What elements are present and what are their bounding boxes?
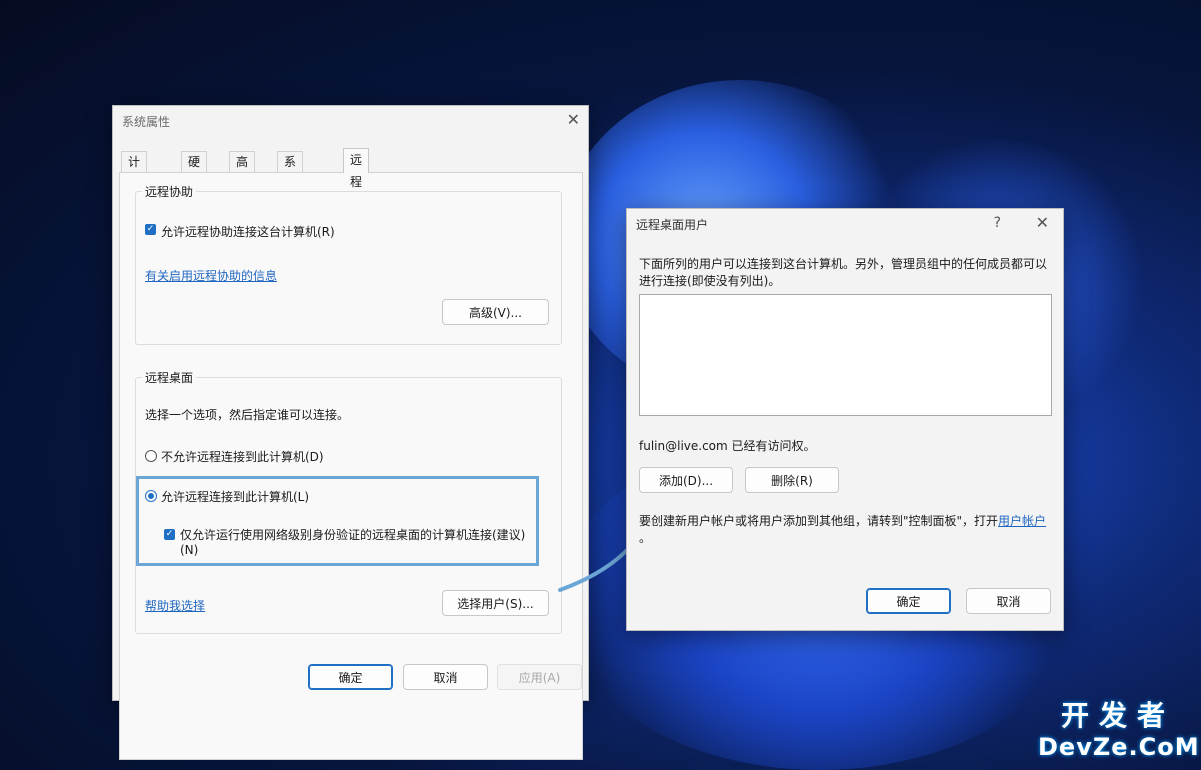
group-title: 远程协助 <box>142 183 197 200</box>
remote-desktop-instruction: 选择一个选项，然后指定谁可以连接。 <box>145 408 350 422</box>
tab-hardware[interactable]: 硬件 <box>181 151 208 189</box>
tab-advanced[interactable]: 高级 <box>229 151 256 189</box>
watermark-line-2: DevZe.CoM <box>1038 733 1200 761</box>
tab-system-protection[interactable]: 系统保护 <box>277 151 304 229</box>
allow-remote-assistance-checkbox[interactable]: ✓ <box>145 224 156 235</box>
group-title: 远程桌面 <box>142 369 197 386</box>
description-line-1: 下面所列的用户可以连接到这台计算机。另外，管理员组中的任何成员都可以 <box>639 257 1048 271</box>
advanced-button[interactable]: 高级(V)... <box>442 299 549 325</box>
radio-label: 不允许远程连接到此计算机(D) <box>161 450 324 464</box>
apply-button: 应用(A) <box>497 664 582 690</box>
titlebar: 远程桌面用户 ? ✕ <box>627 209 1063 239</box>
window-title: 系统属性 <box>122 115 171 129</box>
remote-assistance-info-link[interactable]: 有关启用远程协助的信息 <box>145 267 277 284</box>
help-icon[interactable]: ? <box>994 215 1001 231</box>
access-note: fulin@live.com 已经有访问权。 <box>639 439 816 453</box>
select-users-button[interactable]: 选择用户(S)... <box>442 590 549 616</box>
system-properties-window: 系统属性 ✕ 计算机名 硬件 高级 系统保护 远程 远程协助 ✓ 允许远程协助连… <box>112 105 589 760</box>
add-user-button[interactable]: 添加(D)... <box>639 467 733 493</box>
checkbox-label: 允许远程协助连接这台计算机(R) <box>161 225 335 239</box>
window-title: 远程桌面用户 <box>636 218 709 232</box>
footer-text-body: 要创建新用户帐户或将用户添加到其他组，请转到"控制面板"，打开 <box>639 514 999 528</box>
tab-computer-name[interactable]: 计算机名 <box>121 151 148 229</box>
site-watermark: 开发者 DevZe.CoM <box>1038 699 1200 762</box>
tab-remote[interactable]: 远程 <box>343 148 370 189</box>
users-listbox[interactable] <box>639 294 1052 416</box>
footer-text: 要创建新用户帐户或将用户添加到其他组，请转到"控制面板"，打开用户帐户 <box>639 512 1046 529</box>
footer-end: 。 <box>639 531 652 545</box>
help-me-choose-link[interactable]: 帮助我选择 <box>145 597 205 614</box>
close-icon[interactable]: ✕ <box>1036 213 1049 232</box>
titlebar: 系统属性 ✕ <box>113 106 588 136</box>
ok-button[interactable]: 确定 <box>866 588 951 614</box>
watermark-line-1: 开发者 <box>1060 699 1175 732</box>
cancel-button[interactable]: 取消 <box>403 664 488 690</box>
description-line-2: 进行连接(即使没有列出)。 <box>639 274 781 288</box>
remove-user-button[interactable]: 删除(R) <box>745 467 839 493</box>
remote-desktop-users-window: 远程桌面用户 ? ✕ 下面所列的用户可以连接到这台计算机。另外，管理员组中的任何… <box>626 208 1064 631</box>
user-accounts-link[interactable]: 用户帐户 <box>998 514 1046 528</box>
cancel-button[interactable]: 取消 <box>966 588 1051 614</box>
annotation-highlight-box <box>136 476 539 566</box>
remote-assistance-group: 远程协助 ✓ 允许远程协助连接这台计算机(R) 有关启用远程协助的信息 高级(V… <box>135 183 562 345</box>
disallow-remote-radio[interactable] <box>145 450 157 462</box>
ok-button[interactable]: 确定 <box>308 664 393 690</box>
close-icon[interactable]: ✕ <box>567 110 580 129</box>
